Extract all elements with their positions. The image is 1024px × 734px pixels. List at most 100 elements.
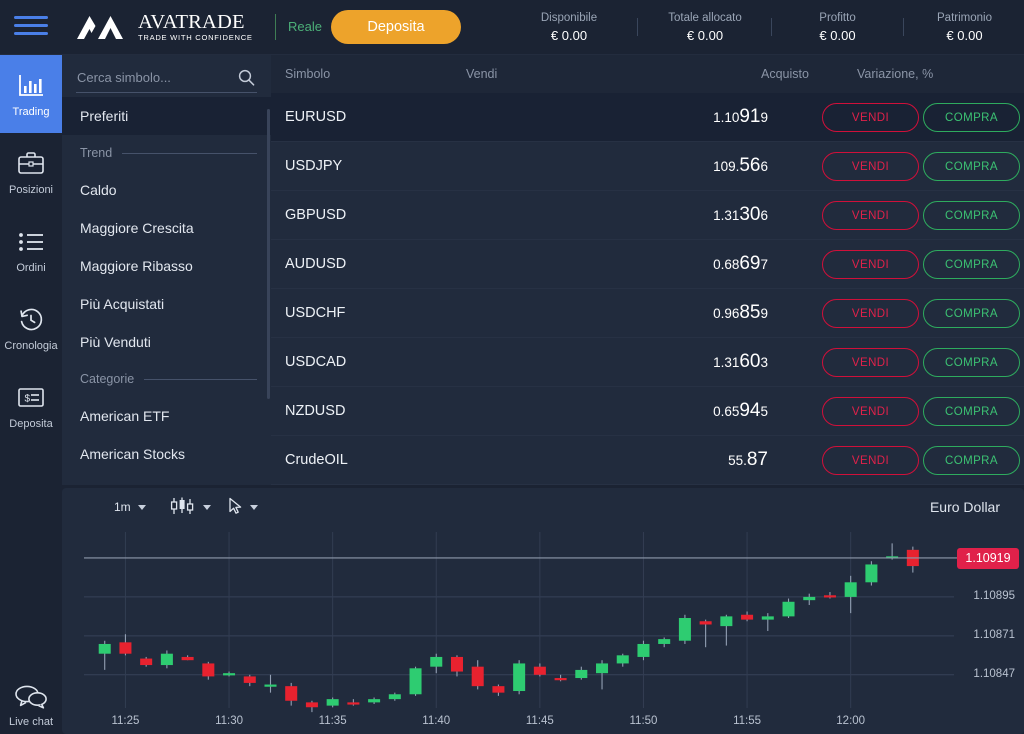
watchlist-group-label: Trend [80,146,113,160]
chart-type-selector[interactable] [170,496,211,518]
watchlist-item-american-stocks[interactable]: American Stocks [62,435,271,473]
ava-logo-mark [77,16,123,39]
table-row[interactable]: AUDUSD0.686970.68708VENDICOMPRA0.37 [271,240,1024,289]
symbol-label: USDCHF [285,305,346,321]
sell-button[interactable]: VENDI [822,250,919,279]
buy-button[interactable]: COMPRA [923,250,1020,279]
symbol-label: NZDUSD [285,403,346,419]
stat-separator [771,18,772,36]
sell-price: 0.96859 [683,302,768,324]
candle-body [803,596,816,601]
sidebar-item-ordini[interactable]: Ordini [0,211,62,289]
stat-value: € 0.00 [550,28,588,43]
y-axis-tick-label: 1.10871 [973,628,1015,641]
divider [122,152,257,154]
table-row[interactable]: CrudeOIL55.8755.90VENDICOMPRA-4.10 [271,436,1024,485]
candle-body [596,663,609,674]
sidebar-item-posizioni[interactable]: Posizioni [0,133,62,211]
watchlist-scrollbar[interactable] [267,109,270,399]
candle-body [823,595,836,598]
buy-button[interactable]: COMPRA [923,397,1020,426]
table-row[interactable]: NZDUSD0.659450.65963VENDICOMPRA0.00 [271,387,1024,436]
sidebar-item-label: Trading [12,105,50,118]
bar-chart-icon [18,71,45,101]
deposit-button[interactable]: Deposita [331,10,461,44]
table-row[interactable]: EURUSD1.109191.10928VENDICOMPRA0.09 [271,93,1024,142]
sell-price-part: 56 [739,155,761,176]
sell-price-part: 6 [760,159,768,174]
chat-bubbles-icon [14,682,48,712]
sell-price-part: 9 [760,306,768,321]
table-row[interactable]: USDCAD1.316031.31623VENDICOMPRA0.70 [271,338,1024,387]
logo-tagline: TRADE WITH CONFIDENCE [138,32,253,42]
watchlist-item-caldo[interactable]: Caldo [62,171,271,209]
cursor-tool-selector[interactable] [228,496,258,518]
sell-price-part: 0.65 [713,404,740,419]
candle-body [533,666,546,675]
stat-label: Profitto [819,12,856,24]
search-input[interactable] [76,67,257,93]
watchlist-group-header: Trend [62,135,271,171]
sell-button[interactable]: VENDI [822,152,919,181]
live-chat-button[interactable]: Live chat [0,682,62,728]
hamburger-menu-icon[interactable] [12,13,48,43]
buy-button[interactable]: COMPRA [923,152,1020,181]
column-header-sell: Vendi [466,67,498,81]
candle-body [450,656,463,672]
candle-body [741,614,754,620]
account-type-label: Reale [288,19,322,34]
timeframe-selector[interactable]: 1m [114,496,146,518]
watchlist-item-preferiti[interactable]: Preferiti [62,97,271,135]
sell-price: 1.31306 [683,204,768,226]
watchlist-item-maggiore-ribasso[interactable]: Maggiore Ribasso [62,247,271,285]
sidebar-item-deposita[interactable]: $ Deposita [0,367,62,445]
watchlist-item-più-venduti[interactable]: Più Venduti [62,323,271,361]
candlestick-chart: 11:25 11:30 11:35 11:40 11:45 11:50 11:55 12:00 [84,532,958,727]
sell-button[interactable]: VENDI [822,397,919,426]
sidebar-item-label: Ordini [16,261,46,274]
candle-body [305,702,318,708]
candle-body [720,616,733,627]
candle-body [492,686,505,693]
banknote-icon: $ [17,383,45,413]
candle-body [119,642,132,654]
sell-price-part: 109. [713,159,740,174]
cursor-arrow-icon [228,497,243,518]
symbol-label: CrudeOIL [285,452,348,468]
buy-button[interactable]: COMPRA [923,299,1020,328]
watchlist-item-american-etf[interactable]: American ETF [62,397,271,435]
candle-body [616,655,629,664]
buy-button[interactable]: COMPRA [923,103,1020,132]
watchlist-item-più-acquistati[interactable]: Più Acquistati [62,285,271,323]
candle-body [140,658,153,666]
x-axis-tick-label: 12:00 [836,715,865,727]
sell-button[interactable]: VENDI [822,446,919,475]
table-row[interactable]: USDJPY109.566109.577VENDICOMPRA-0.27 [271,142,1024,191]
table-row[interactable]: USDCHF0.968590.96875VENDICOMPRA-0.01 [271,289,1024,338]
search-icon[interactable] [238,69,255,91]
sell-button[interactable]: VENDI [822,299,919,328]
buy-button[interactable]: COMPRA [923,348,1020,377]
chart-plot-area[interactable]: 11:25 11:30 11:35 11:40 11:45 11:50 11:55 12:00 [62,526,1024,734]
sidebar-item-cronologia[interactable]: Cronologia [0,289,62,367]
watchlist-item-maggiore-crescita[interactable]: Maggiore Crescita [62,209,271,247]
table-row[interactable]: GBPUSD1.313061.31322VENDICOMPRA0.64 [271,191,1024,240]
candle-body [678,618,691,641]
current-price-tag: 1.10919 [957,547,1019,569]
y-axis-tick-label: 1.10847 [973,667,1015,680]
sell-price-part: 87 [746,449,768,470]
sell-button[interactable]: VENDI [822,103,919,132]
x-axis-tick-label: 11:50 [630,715,658,727]
sidebar-item-trading[interactable]: Trading [0,55,62,133]
sell-button[interactable]: VENDI [822,348,919,377]
buy-button[interactable]: COMPRA [923,201,1020,230]
chart-toolbar: 1m Euro Dollar [62,488,1024,526]
sell-button[interactable]: VENDI [822,201,919,230]
buy-button[interactable]: COMPRA [923,446,1020,475]
candle-body [761,616,774,620]
sell-price-part: 0.68 [713,257,740,272]
stat-separator [903,18,904,36]
sell-price-part: 94 [739,400,761,421]
candle-body [865,564,878,583]
candlestick-icon [170,497,196,518]
